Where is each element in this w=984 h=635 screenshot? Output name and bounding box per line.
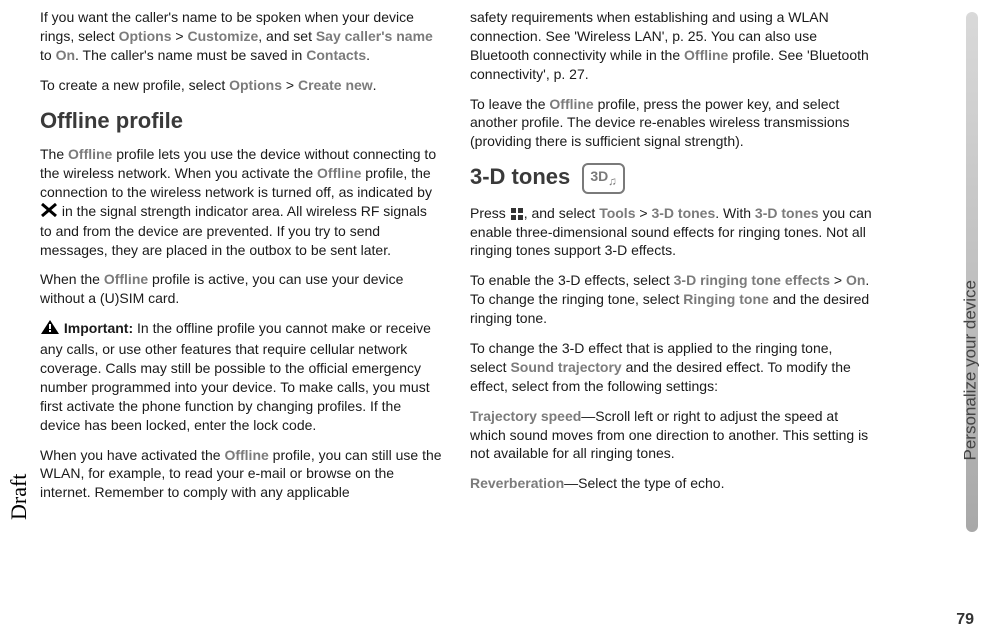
menu-path-3d-tones: 3-D tones xyxy=(651,205,715,221)
text: The xyxy=(40,146,68,162)
offline-label: Offline xyxy=(224,447,268,463)
text: in the signal strength indicator area. A… xyxy=(40,203,427,258)
menu-key-icon xyxy=(510,205,524,221)
contacts-label: Contacts xyxy=(306,47,366,63)
no-signal-icon xyxy=(40,203,58,222)
side-tab: Personalize your device xyxy=(944,0,978,600)
text: > xyxy=(282,77,298,93)
paragraph: To leave the Offline profile, press the … xyxy=(470,95,872,152)
text: —Select the type of echo. xyxy=(564,475,724,491)
offline-label: Offline xyxy=(317,165,361,181)
offline-label: Offline xyxy=(684,47,728,63)
paragraph: When you have activated the Offline prof… xyxy=(40,446,442,503)
text: To create a new profile, select xyxy=(40,77,229,93)
3d-tones-label: 3-D tones xyxy=(755,205,819,221)
manual-page: If you want the caller's name to be spok… xyxy=(0,0,984,635)
text: When you have activated the xyxy=(40,447,224,463)
paragraph: To enable the 3-D effects, select 3-D ri… xyxy=(470,271,872,328)
text: . xyxy=(366,47,370,63)
heading-text: 3-D tones xyxy=(470,164,570,189)
setting-sound-trajectory: Sound trajectory xyxy=(510,359,621,375)
text: > xyxy=(635,205,651,221)
text: To enable the 3-D effects, select xyxy=(470,272,674,288)
heading-3d-tones: 3-D tones 3D♫ xyxy=(470,162,872,193)
right-column: safety requirements when establishing an… xyxy=(470,8,900,635)
offline-label: Offline xyxy=(104,271,148,287)
menu-path-options: Options xyxy=(119,28,172,44)
text: In the offline profile you cannot make o… xyxy=(40,320,431,432)
text: When the xyxy=(40,271,104,287)
text: , and select xyxy=(524,205,600,221)
heading-offline-profile: Offline profile xyxy=(40,106,442,136)
setting-3d-ringing-effects: 3-D ringing tone effects xyxy=(674,272,830,288)
text: > xyxy=(830,272,846,288)
paragraph: Trajectory speed—Scroll left or right to… xyxy=(470,407,872,464)
setting-on: On xyxy=(56,47,75,63)
important-label: Important: xyxy=(60,320,133,336)
menu-path-create-new: Create new xyxy=(298,77,373,93)
text: , and set xyxy=(258,28,316,44)
3d-tones-icon: 3D♫ xyxy=(582,163,625,194)
setting-ringing-tone: Ringing tone xyxy=(683,291,769,307)
warning-icon xyxy=(40,319,60,340)
menu-path-tools: Tools xyxy=(599,205,635,221)
paragraph: If you want the caller's name to be spok… xyxy=(40,8,442,65)
menu-path-customize: Customize xyxy=(187,28,258,44)
paragraph: Reverberation—Select the type of echo. xyxy=(470,474,872,493)
paragraph: To create a new profile, select Options … xyxy=(40,76,442,95)
paragraph: To change the 3-D effect that is applied… xyxy=(470,339,872,396)
setting-say-callers-name: Say caller's name xyxy=(316,28,433,44)
text: . xyxy=(373,77,377,93)
text: > xyxy=(171,28,187,44)
setting-on: On xyxy=(846,272,865,288)
paragraph: When the Offline profile is active, you … xyxy=(40,270,442,308)
setting-trajectory-speed: Trajectory speed xyxy=(470,408,581,424)
draft-watermark: Draft xyxy=(6,474,32,520)
page-number: 79 xyxy=(956,611,974,629)
offline-label: Offline xyxy=(68,146,112,162)
offline-label: Offline xyxy=(549,96,593,112)
text: . With xyxy=(715,205,755,221)
text: To leave the xyxy=(470,96,549,112)
text: to xyxy=(40,47,56,63)
text: . The caller's name must be saved in xyxy=(75,47,306,63)
3d-icon-text: 3D xyxy=(590,168,608,184)
text: Press xyxy=(470,205,510,221)
side-tab-label: Personalize your device xyxy=(960,280,980,460)
important-note: Important: In the offline profile you ca… xyxy=(40,319,442,434)
menu-path-options: Options xyxy=(229,77,282,93)
paragraph: Press , and select Tools > 3-D tones. Wi… xyxy=(470,204,872,261)
paragraph: The Offline profile lets you use the dev… xyxy=(40,145,442,259)
paragraph: safety requirements when establishing an… xyxy=(470,8,872,84)
setting-reverberation: Reverberation xyxy=(470,475,564,491)
left-column: If you want the caller's name to be spok… xyxy=(40,8,470,635)
